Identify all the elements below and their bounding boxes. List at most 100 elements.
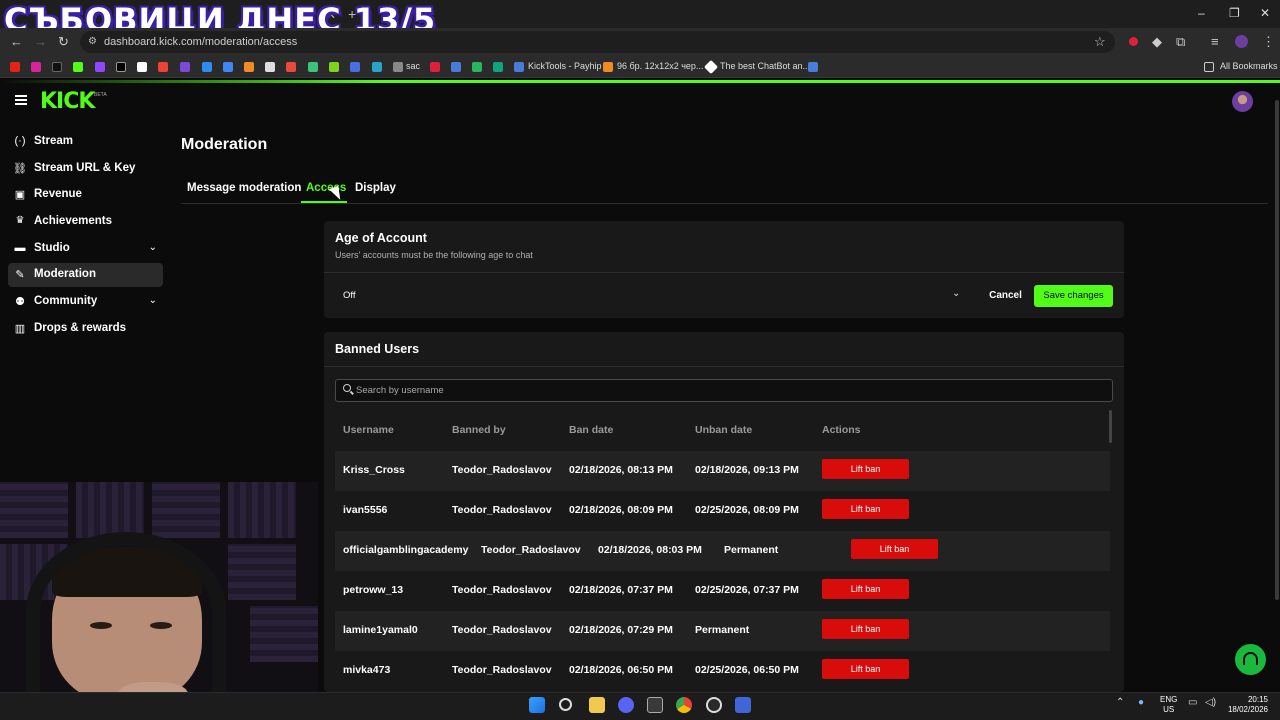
extension-diamond-icon[interactable]: ◆	[1152, 34, 1162, 50]
bookmark-chatbot[interactable]: The best ChatBot an...	[720, 61, 810, 71]
tab-display[interactable]: Display	[355, 182, 396, 194]
clock-date: 18/02/2026	[1227, 705, 1268, 714]
all-bookmarks[interactable]: All Bookmarks	[1220, 61, 1278, 71]
chevron-down-icon[interactable]: ⌄	[149, 295, 157, 306]
table-scrollbar[interactable]	[1109, 410, 1112, 443]
save-changes-button[interactable]: Save changes	[1034, 285, 1113, 307]
chevron-down-icon[interactable]: ⌄	[952, 288, 960, 299]
store-icon[interactable]	[647, 697, 663, 713]
chrome-icon[interactable]	[676, 697, 692, 713]
gmail-bookmark-icon[interactable]	[158, 62, 168, 72]
lift-ban-button[interactable]: Lift ban	[822, 579, 909, 599]
twitch-bookmark-icon[interactable]	[95, 62, 105, 72]
tiktok-bookmark-icon[interactable]	[52, 62, 62, 72]
lift-ban-button[interactable]: Lift ban	[822, 459, 909, 479]
discord-icon[interactable]	[618, 697, 634, 713]
site-info-icon[interactable]: ⚙	[88, 36, 97, 47]
lift-ban-button[interactable]: Lift ban	[851, 539, 938, 559]
sidebar-item-revenue[interactable]: ▣ Revenue	[8, 183, 163, 207]
purple-bookmark-icon[interactable]	[180, 62, 190, 72]
url-text[interactable]: dashboard.kick.com/moderation/access	[104, 36, 297, 48]
folder-icon[interactable]	[1204, 62, 1214, 72]
cancel-button[interactable]: Cancel	[983, 285, 1028, 307]
chevron-down-icon[interactable]: ⌄	[149, 242, 157, 253]
obs-icon[interactable]	[706, 697, 722, 713]
windows-start-icon[interactable]	[529, 697, 545, 713]
search-taskbar-icon[interactable]	[559, 698, 572, 711]
extensions-puzzle-icon[interactable]: ⧉	[1176, 34, 1185, 50]
threads-bookmark-icon[interactable]	[137, 62, 147, 72]
blue-swirl-bookmark-icon[interactable]	[451, 62, 461, 72]
sac-bookmark-icon[interactable]	[393, 62, 403, 72]
red-z-bookmark-icon[interactable]	[430, 62, 440, 72]
display-icon[interactable]: ▭	[1188, 697, 1197, 708]
translate-bookmark-icon[interactable]	[223, 62, 233, 72]
anchor-bookmark-icon[interactable]	[265, 62, 275, 72]
sidebar-item-drops-rewards[interactable]: ▥ Drops & rewards	[8, 317, 163, 341]
minimize-icon[interactable]: –	[1198, 6, 1205, 20]
back-icon[interactable]: ←	[10, 34, 23, 49]
last-bookmark-icon[interactable]	[808, 62, 818, 72]
close-window-icon[interactable]: ✕	[1260, 6, 1270, 20]
cell-username: mivka473	[343, 664, 391, 676]
x-bookmark-icon[interactable]	[116, 62, 126, 72]
volume-icon[interactable]: ◁)	[1205, 697, 1216, 708]
acoustic-foam-panel	[152, 482, 220, 538]
instagram-bookmark-icon[interactable]	[31, 62, 41, 72]
youtube-bookmark-icon[interactable]	[10, 62, 20, 72]
tab-message-moderation[interactable]: Message moderation	[187, 182, 301, 194]
kicktools-bookmark-icon[interactable]	[514, 62, 524, 72]
user-avatar[interactable]	[1232, 91, 1253, 112]
file-explorer-icon[interactable]	[589, 697, 605, 713]
menu-icon[interactable]	[15, 95, 27, 105]
clock[interactable]: 20:15 18/02/2026	[1226, 695, 1268, 715]
kick-logo[interactable]: KICK	[40, 89, 95, 114]
extension-red-icon[interactable]	[1129, 37, 1138, 46]
bookmark-sac[interactable]: sac	[406, 61, 420, 71]
swirl-bookmark-icon[interactable]	[372, 62, 382, 72]
shop-bookmark-icon[interactable]	[603, 62, 613, 72]
sidebar-item-label: Stream	[34, 135, 73, 147]
cell-banned-by: Teodor_Radoslavov	[452, 584, 552, 596]
sidebar-item-stream-url-key[interactable]: ⛓ Stream URL & Key	[8, 157, 163, 181]
age-select[interactable]	[335, 285, 970, 307]
lift-ban-button[interactable]: Lift ban	[822, 499, 909, 519]
sidebar-item-moderation[interactable]: ✎ Moderation	[8, 263, 163, 287]
cell-ban-date: 02/18/2026, 07:37 PM	[569, 584, 673, 596]
acoustic-foam-panel	[250, 606, 318, 662]
tray-chevron-icon[interactable]: ⌃	[1116, 697, 1124, 708]
bookmark-star-icon[interactable]: ☆	[1094, 34, 1106, 50]
bookmark-kicktools[interactable]: KickTools - Payhip	[528, 61, 602, 71]
cell-banned-by: Teodor_Radoslavov	[452, 464, 552, 476]
kick-bookmark-icon[interactable]	[73, 62, 83, 72]
photo-bookmark-icon[interactable]	[286, 62, 296, 72]
page-scrollbar[interactable]	[1275, 100, 1279, 600]
beta-badge: BETA	[94, 92, 107, 98]
bookmark-shop[interactable]: 96 бр. 12x12x2 чер...	[617, 61, 703, 71]
r-bookmark-icon[interactable]	[350, 62, 360, 72]
grid-bookmark-icon[interactable]	[329, 62, 339, 72]
reload-icon[interactable]: ↻	[58, 34, 69, 50]
app-icon[interactable]	[735, 697, 751, 713]
cell-unban-date: 02/25/2026, 07:37 PM	[695, 584, 799, 596]
search-input[interactable]	[356, 381, 1096, 400]
sidebar-item-studio[interactable]: ▬ Studio ⌄	[8, 237, 163, 261]
orange-bookmark-icon[interactable]	[244, 62, 254, 72]
age-select-value[interactable]: Off	[343, 290, 356, 301]
tt-bookmark-icon[interactable]	[308, 62, 318, 72]
restore-icon[interactable]: ❐	[1229, 6, 1240, 20]
lift-ban-button[interactable]: Lift ban	[822, 659, 909, 679]
browser-menu-icon[interactable]: ⋮	[1262, 34, 1275, 50]
lift-ban-button[interactable]: Lift ban	[822, 619, 909, 639]
sidebar-item-stream[interactable]: (·) Stream	[8, 130, 163, 154]
sidebar-item-community[interactable]: ⚉ Community ⌄	[8, 290, 163, 314]
media-controls-icon[interactable]: ≡	[1211, 34, 1219, 49]
profile-avatar-icon[interactable]	[1235, 35, 1248, 48]
sidebar-item-achievements[interactable]: ♛ Achievements	[8, 210, 163, 234]
microphone-icon[interactable]: ●	[1138, 697, 1144, 708]
language-indicator[interactable]: ENG US	[1160, 695, 1177, 715]
green-bookmark-icon[interactable]	[472, 62, 482, 72]
chatgpt-bookmark-icon[interactable]	[493, 62, 503, 72]
forward-icon[interactable]: →	[34, 34, 47, 49]
blue-bookmark-icon[interactable]	[202, 62, 212, 72]
